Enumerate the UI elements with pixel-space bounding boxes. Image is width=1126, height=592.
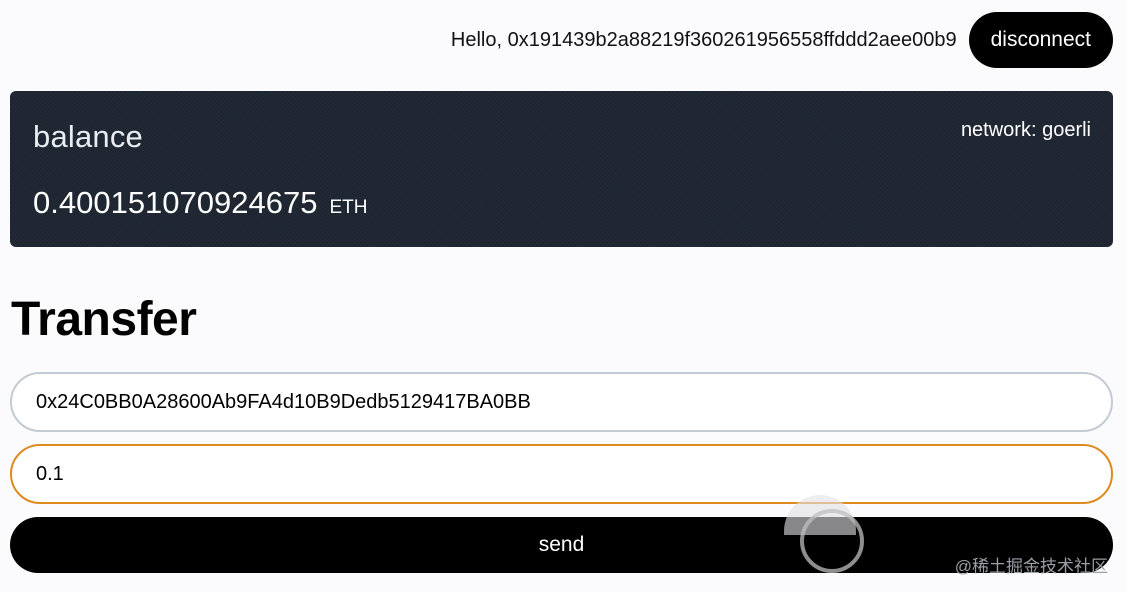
click-indicator-ring (800, 509, 864, 573)
network-label: network: goerli (960, 119, 1091, 141)
header: Hello, 0x191439b2a88219f360261956558ffdd… (451, 12, 1113, 68)
send-button[interactable]: send (10, 517, 1113, 573)
balance-row: 0.400151070924675 ETH (33, 185, 367, 221)
balance-label: balance (33, 119, 143, 154)
transfer-title: Transfer (11, 293, 197, 346)
recipient-address-input[interactable] (10, 372, 1113, 432)
watermark: @稀土掘金技术社区 (954, 557, 1108, 576)
balance-amount: 0.400151070924675 (33, 185, 318, 220)
balance-card: balance network: goerli 0.40015107092467… (10, 91, 1113, 247)
greeting-text: Hello, 0x191439b2a88219f360261956558ffdd… (450, 28, 957, 51)
disconnect-button[interactable]: disconnect (968, 12, 1113, 68)
balance-unit: ETH (329, 197, 368, 218)
amount-input[interactable] (10, 444, 1113, 504)
